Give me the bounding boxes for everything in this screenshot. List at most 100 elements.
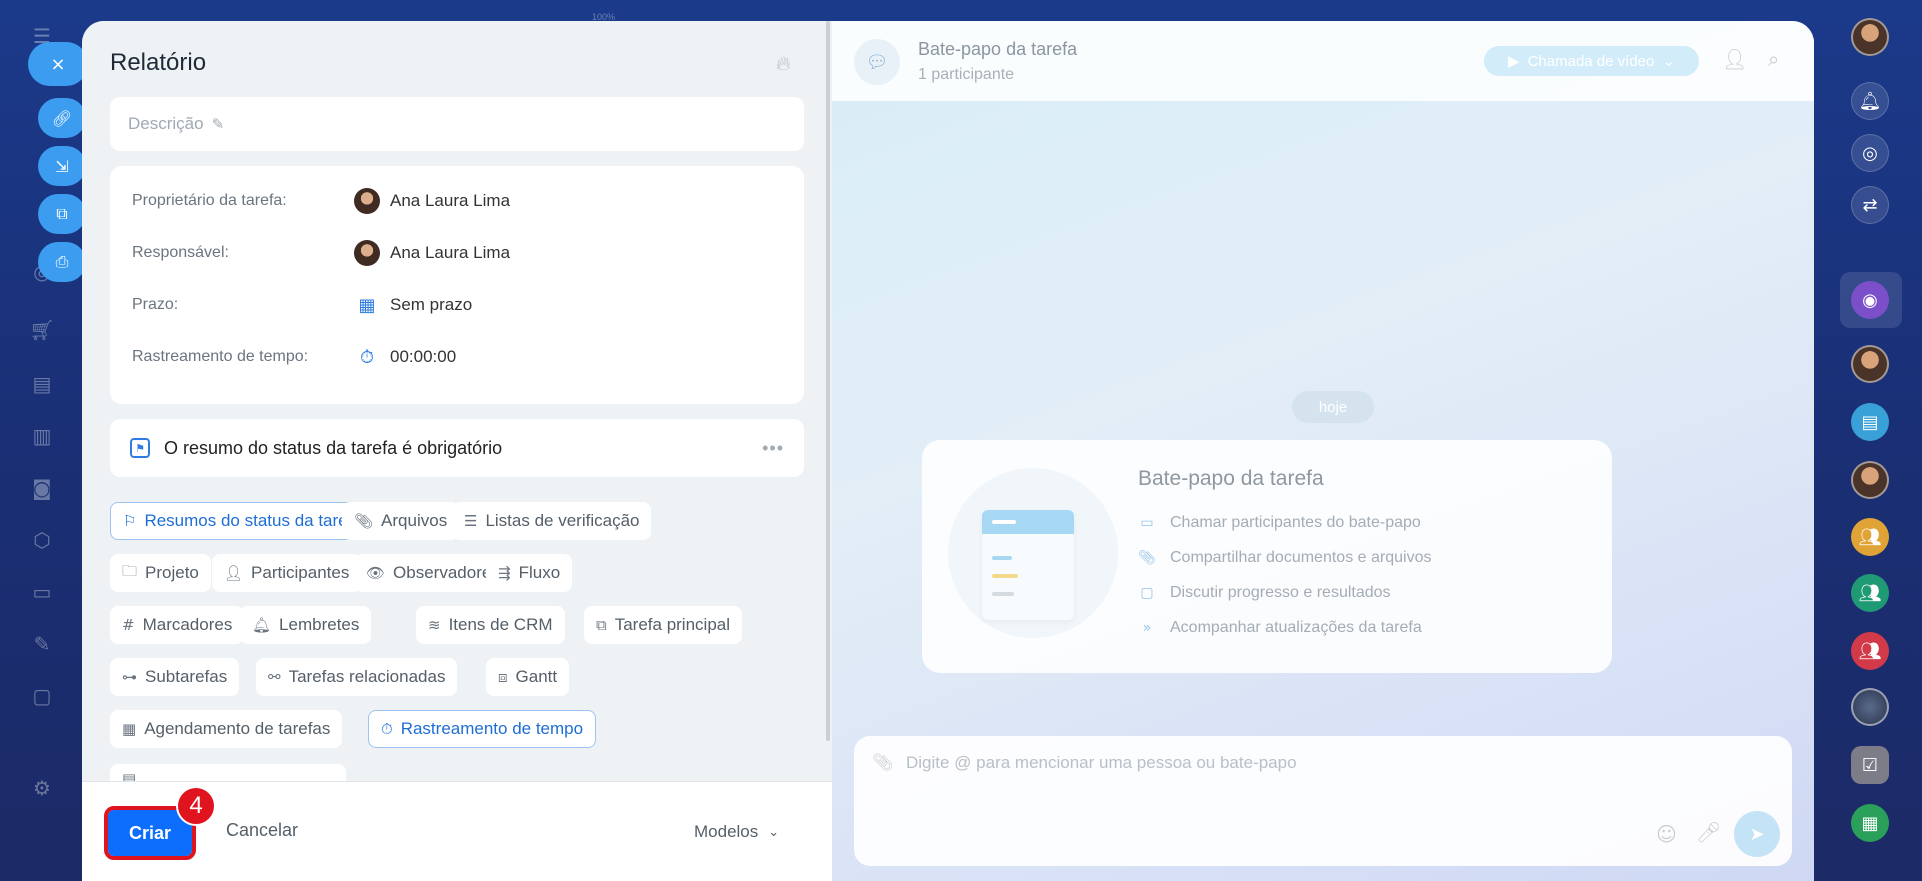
chip-gantt[interactable]: ⧈ Gantt: [486, 658, 570, 696]
task-chat: 💬︎ Bate-papo da tarefa 1 participante ▶ …: [832, 21, 1814, 881]
bar-chart-icon[interactable]: ▥: [28, 422, 56, 450]
microphone-icon[interactable]: 🎤︎: [1696, 820, 1721, 844]
chat-avatar-2[interactable]: [1851, 461, 1889, 499]
left-app-sidebar: ☰ ◎ 🛒︎ ▤ ▥ ◙ ⬡ ▭ ✎ ▢ ⚙ × 🔗︎ ⇲ ⧉ ⎙: [0, 0, 88, 881]
cancel-button[interactable]: Cancelar: [226, 820, 298, 841]
robot-icon[interactable]: ◙: [28, 474, 56, 502]
chip-related-tasks[interactable]: ⚯ Tarefas relacionadas: [256, 658, 458, 696]
chip-files[interactable]: 📎︎ Arquivos: [342, 502, 460, 540]
emoji-icon[interactable]: ☺: [1656, 822, 1677, 846]
task-create-slider: Relatório 🔥︎ Descrição ✎ Proprietário da…: [82, 21, 1814, 881]
task-title[interactable]: Relatório: [110, 49, 206, 77]
description-field[interactable]: Descrição ✎: [110, 97, 804, 151]
open-new-window-button[interactable]: ⧉: [38, 194, 86, 234]
chip-participants[interactable]: 👤︎ Participantes: [212, 554, 362, 592]
description-placeholder: Descrição: [128, 114, 204, 133]
field-responsible[interactable]: Responsável: Ana Laura Lima: [132, 238, 782, 268]
close-slider-button[interactable]: ×: [28, 42, 88, 86]
document-icon[interactable]: ▢: [28, 682, 56, 710]
message-composer[interactable]: 📎︎ Digite @ para mencionar uma pessoa ou…: [854, 736, 1792, 866]
step-badge: 4: [176, 786, 216, 826]
field-owner[interactable]: Proprietário da tarefa: Ana Laura Lima: [132, 186, 782, 216]
chip-label: Fluxo: [518, 563, 561, 582]
notifications-bell-icon[interactable]: 🔔︎: [1851, 82, 1889, 120]
status-summary-text: O resumo do status da tarefa é obrigatór…: [164, 437, 503, 458]
chat-icon: ▢: [1140, 585, 1154, 601]
tasks-chat-icon[interactable]: ☑: [1851, 746, 1889, 784]
chip-parent-task[interactable]: ⧉ Tarefa principal: [584, 606, 742, 644]
box-icon[interactable]: ⬡: [28, 526, 56, 554]
copilot-icon[interactable]: ◎: [1851, 134, 1889, 172]
chip-project[interactable]: 🗀 Projeto: [110, 554, 211, 592]
contact-card-icon[interactable]: ▤: [28, 370, 56, 398]
avatar: [354, 240, 380, 266]
general-chat-icon[interactable]: ▤: [1851, 403, 1889, 441]
group-chat-icon-3[interactable]: 👥︎: [1851, 632, 1889, 670]
list-chat-icon[interactable]: ▦: [1851, 804, 1889, 842]
send-icon: ➤: [1749, 823, 1765, 845]
group-chat-icon-2[interactable]: 👥︎: [1851, 574, 1889, 612]
field-value[interactable]: Sem prazo: [390, 295, 472, 315]
field-deadline[interactable]: Prazo: ▦ Sem prazo: [132, 290, 782, 320]
task-info-card: Proprietário da tarefa: Ana Laura Lima R…: [110, 166, 804, 404]
video-call-button[interactable]: ▶ Chamada de vídeo ⌄: [1484, 46, 1699, 76]
form-scrollbar[interactable]: [826, 21, 830, 741]
chip-flow[interactable]: ⇶ Fluxo: [486, 554, 573, 592]
timer-icon: ⏱︎: [359, 346, 375, 368]
search-icon[interactable]: ⌕: [1768, 47, 1779, 71]
download-button[interactable]: ⇲: [38, 146, 86, 186]
date-divider: hoje: [1292, 391, 1374, 423]
chip-label: Listas de verificação: [485, 511, 640, 530]
templates-label: Modelos: [694, 822, 759, 841]
field-value[interactable]: 00:00:00: [390, 347, 456, 367]
chip-label: Observadores: [393, 563, 500, 582]
cart-icon[interactable]: 🛒︎: [28, 316, 56, 344]
settings-icon[interactable]: ⚙: [28, 774, 56, 802]
message-input[interactable]: Digite @ para mencionar uma pessoa ou ba…: [906, 753, 1297, 773]
chip-subtasks[interactable]: ⊶ Subtarefas: [110, 658, 240, 696]
user-avatar[interactable]: [1851, 18, 1889, 56]
chat-welcome-card: Bate-papo da tarefa ▭ Chamar participante…: [922, 440, 1612, 673]
chip-checklists[interactable]: ☰ Listas de verificação: [452, 502, 652, 540]
field-value[interactable]: Ana Laura Lima: [390, 191, 510, 211]
more-menu-icon[interactable]: •••: [762, 438, 784, 459]
templates-dropdown[interactable]: Modelos ⌄: [694, 822, 779, 842]
chip-tags[interactable]: # Marcadores: [110, 606, 245, 644]
sign-icon[interactable]: ✎: [28, 630, 56, 658]
group-chat-icon-1[interactable]: 👥︎: [1851, 518, 1889, 556]
welcome-item: ▭ Chamar participantes do bate-papo: [1138, 514, 1420, 532]
chip-time-tracking[interactable]: ⏱︎ Rastreamento de tempo: [368, 710, 597, 748]
copilot-chat-icon[interactable]: ◉: [1851, 281, 1889, 319]
add-user-icon[interactable]: 👤︎: [1722, 47, 1747, 71]
field-time-tracking[interactable]: Rastreamento de tempo: ⏱︎ 00:00:00: [132, 342, 782, 372]
avatar: [354, 188, 380, 214]
schedule-icon: ▦: [122, 720, 137, 738]
send-button[interactable]: ➤: [1734, 811, 1780, 857]
attach-icon[interactable]: 📎︎: [872, 753, 894, 773]
chat-participants-count[interactable]: 1 participante: [918, 66, 1014, 84]
chip-label: Itens de CRM: [448, 615, 553, 634]
chip-task-scheduling[interactable]: ▦ Agendamento de tarefas: [110, 710, 343, 748]
chip-label: Marcadores: [142, 615, 233, 634]
field-value[interactable]: Ana Laura Lima: [390, 243, 510, 263]
flow-icon: ⇶: [498, 564, 511, 582]
fire-icon[interactable]: 🔥︎: [776, 51, 798, 77]
chip-reminders[interactable]: 🔔︎ Lembretes: [240, 606, 372, 644]
building-icon[interactable]: ▭: [28, 578, 56, 606]
chip-label: Arquivos: [381, 511, 448, 530]
task-form: Relatório 🔥︎ Descrição ✎ Proprietário da…: [82, 21, 832, 881]
copy-link-button[interactable]: 🔗︎: [38, 98, 86, 138]
right-messenger-rail: 🔔︎ ◎ ⇄ ◉ ▤ 👥︎ 👥︎ 👥︎ ☑ ▦: [1816, 0, 1922, 881]
video-icon: ▭: [1140, 515, 1154, 531]
chip-label: Subtarefas: [145, 667, 228, 686]
chip-label: Participantes: [251, 563, 350, 582]
chip-status-summaries[interactable]: ⚐ Resumos do status da tarefa: [110, 502, 375, 540]
chip-label: Rastreamento de tempo: [400, 719, 584, 738]
chat-switch-icon[interactable]: ⇄: [1851, 186, 1889, 224]
print-button[interactable]: ⎙: [38, 242, 86, 282]
status-summary-card[interactable]: ⚑ O resumo do status da tarefa é obrigat…: [110, 419, 804, 477]
chip-crm-items[interactable]: ≋ Itens de CRM: [416, 606, 565, 644]
chip-label: Lembretes: [279, 615, 360, 634]
chat-avatar-1[interactable]: [1851, 345, 1889, 383]
chat-avatar-3[interactable]: [1851, 688, 1889, 726]
